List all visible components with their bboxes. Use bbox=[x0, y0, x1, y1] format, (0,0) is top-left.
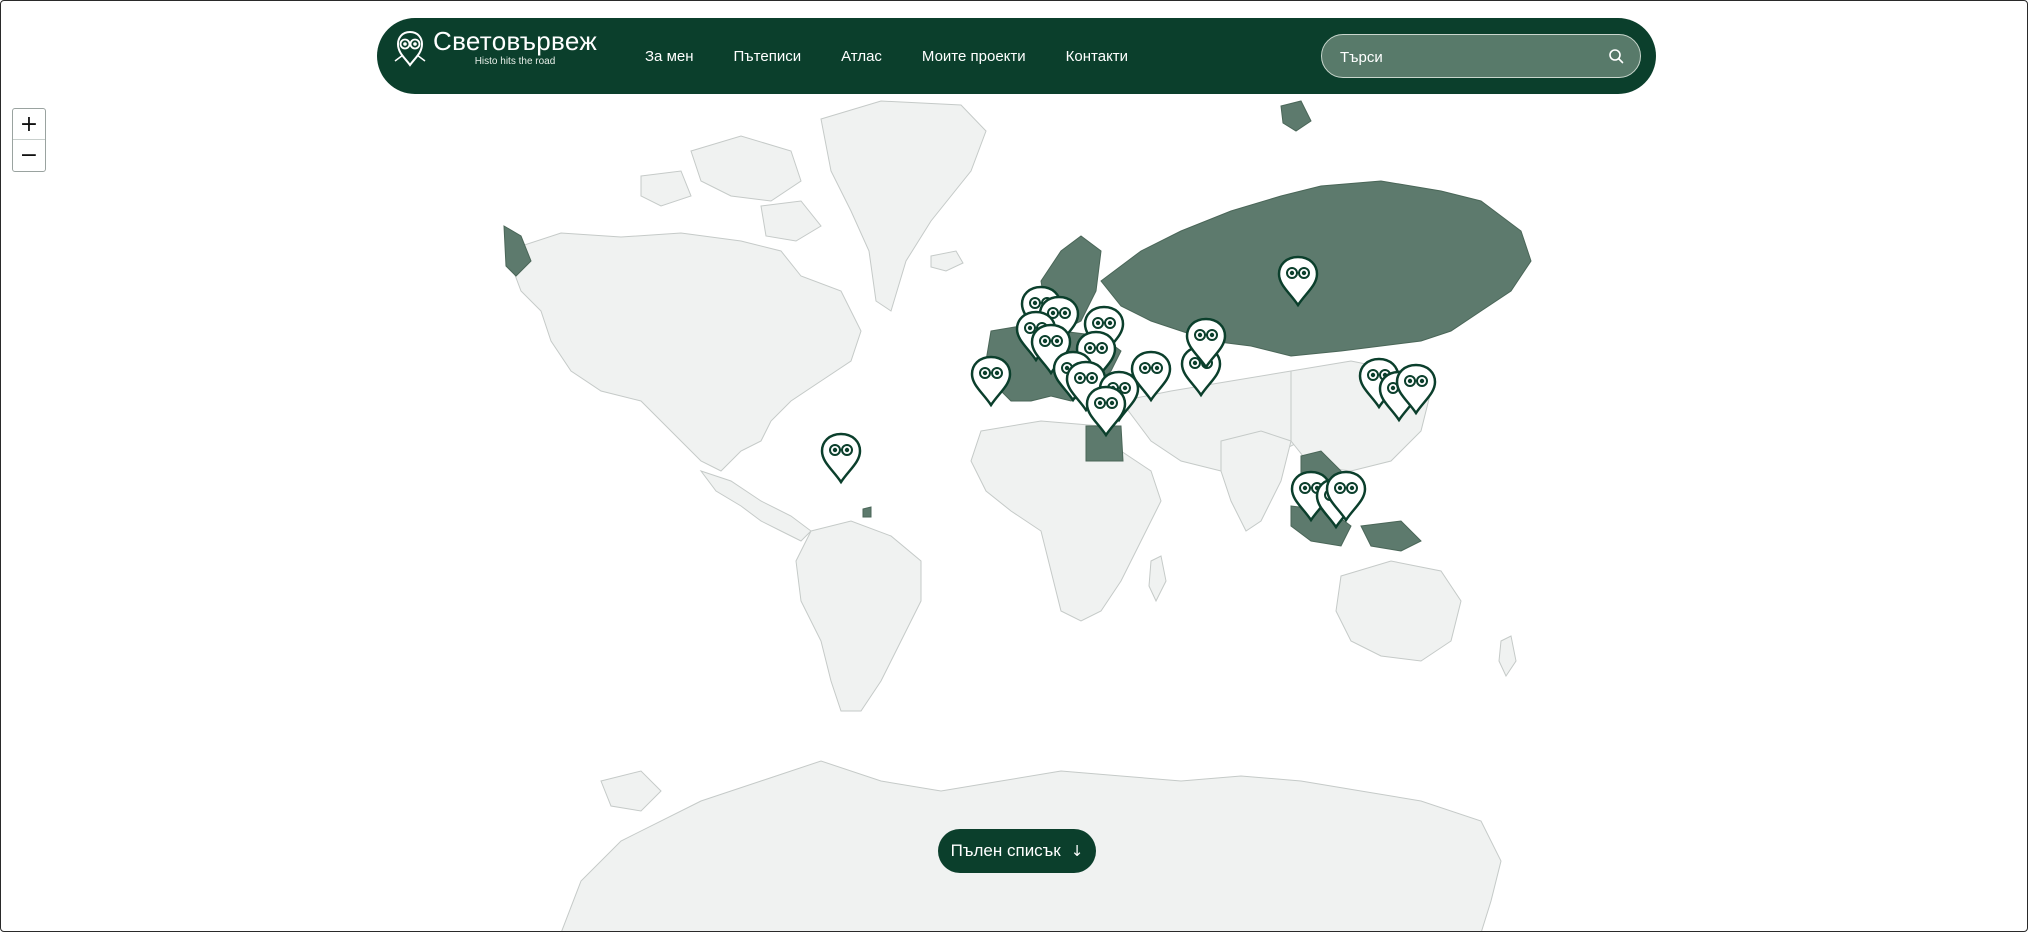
owl-logo-icon bbox=[394, 30, 426, 67]
nav-item-projects[interactable]: Моите проекти bbox=[922, 48, 1026, 65]
zoom-control: + − bbox=[12, 108, 46, 172]
nav-item-atlas[interactable]: Атлас bbox=[841, 48, 882, 65]
brand-title: Световървеж bbox=[433, 26, 598, 56]
site-logo[interactable]: Световървеж Histo hits the road bbox=[393, 28, 597, 67]
nav-item-contacts[interactable]: Контакти bbox=[1066, 48, 1128, 65]
full-list-button[interactable]: Пълен списък ↓ bbox=[938, 829, 1096, 873]
location-marker[interactable] bbox=[820, 432, 862, 484]
page-frame: + − Световървеж Histo hits the road За м… bbox=[0, 0, 2028, 932]
nav-item-about[interactable]: За мен bbox=[645, 48, 694, 65]
logo-text: Световървеж Histo hits the road bbox=[433, 28, 597, 67]
zoom-in-button[interactable]: + bbox=[13, 109, 45, 140]
main-nav: За мен Пътеписи Атлас Моите проекти Конт… bbox=[645, 18, 1168, 94]
location-marker[interactable] bbox=[970, 355, 1012, 407]
search-box bbox=[1321, 34, 1641, 79]
full-list-label: Пълен списък bbox=[950, 841, 1061, 860]
search-icon[interactable] bbox=[1608, 48, 1624, 64]
arrow-down-icon: ↓ bbox=[1070, 842, 1084, 860]
zoom-out-button[interactable]: − bbox=[13, 140, 45, 170]
search-input[interactable] bbox=[1338, 35, 1602, 79]
site-header: Световървеж Histo hits the road За мен П… bbox=[377, 18, 1656, 94]
nav-item-travelogues[interactable]: Пътеписи bbox=[734, 48, 802, 65]
world-map[interactable] bbox=[1, 1, 2028, 932]
brand-tagline: Histo hits the road bbox=[474, 56, 556, 67]
